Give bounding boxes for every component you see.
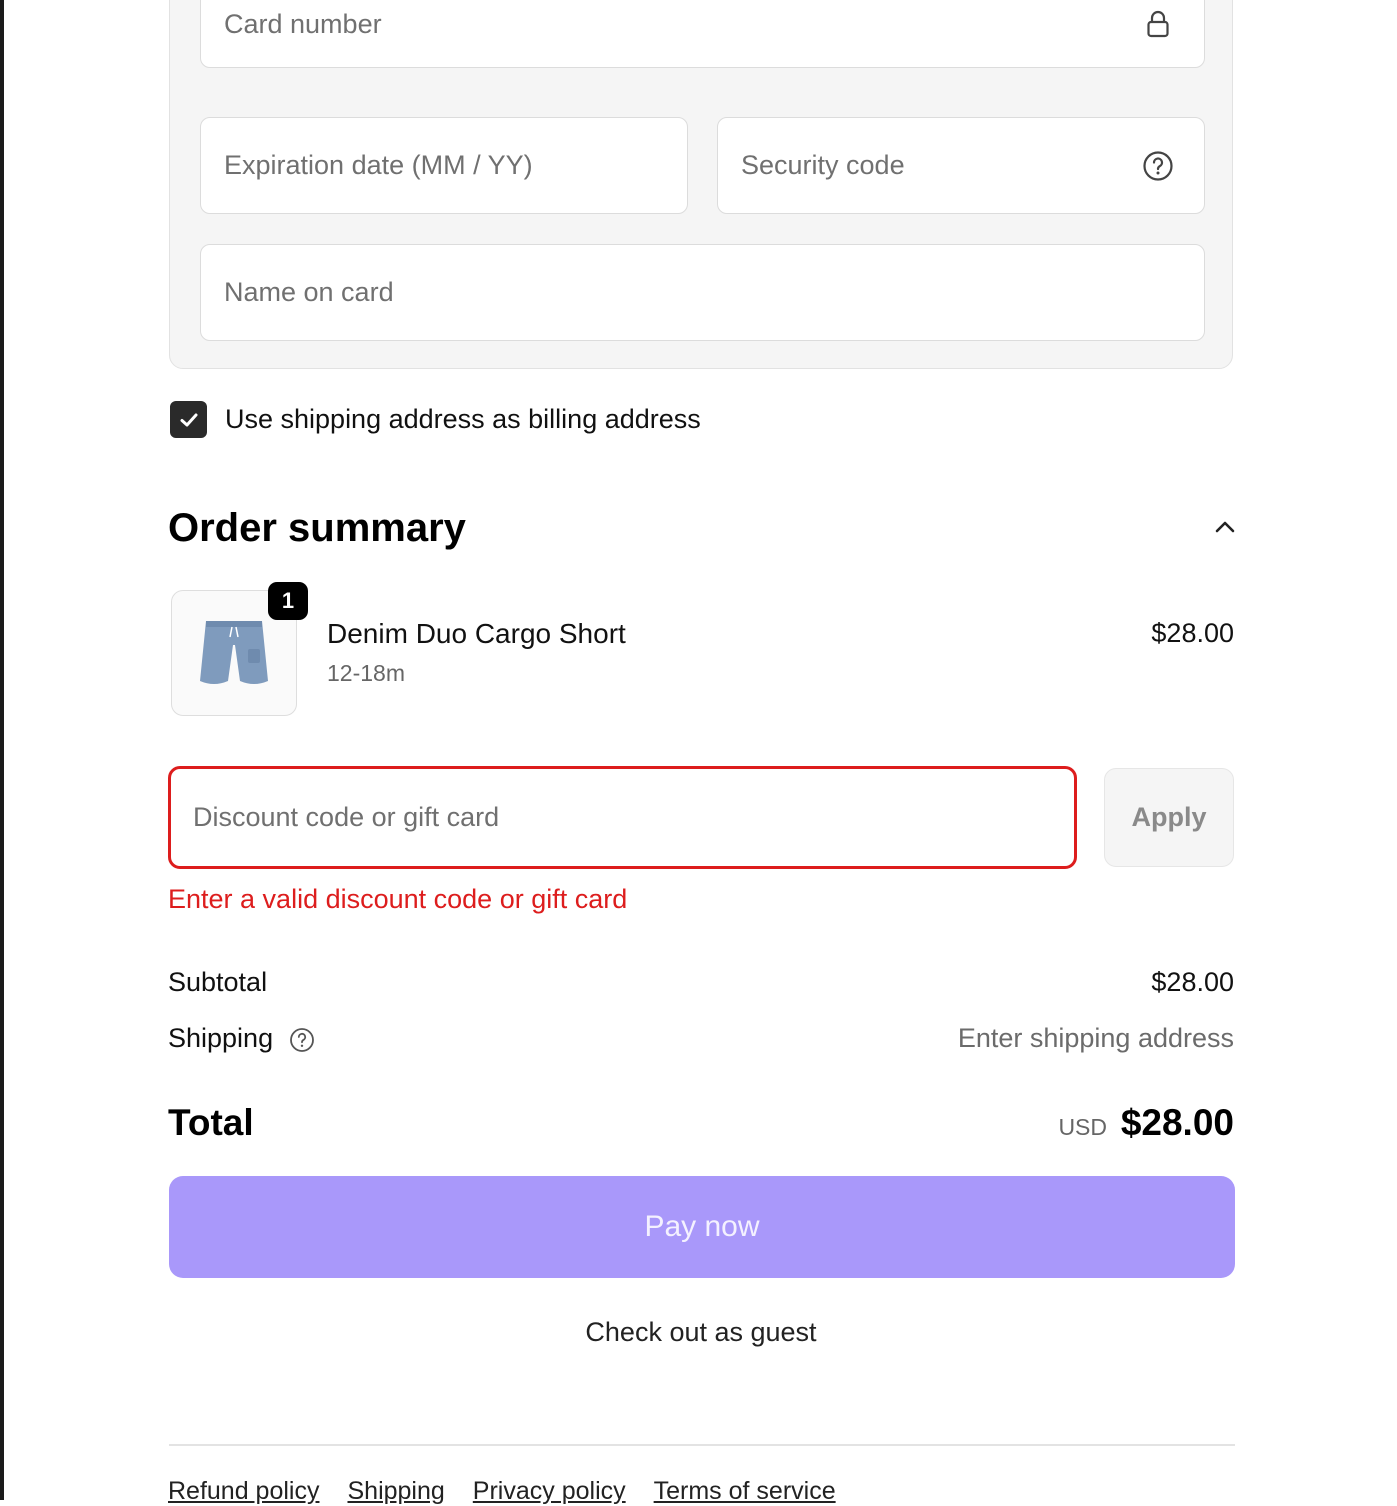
subtotal-label: Subtotal	[168, 967, 268, 997]
help-circle-icon[interactable]	[1142, 150, 1174, 182]
discount-error-message: Enter a valid discount code or gift card	[168, 884, 628, 914]
footer-links: Refund policy Shipping Privacy policy Te…	[168, 1477, 836, 1506]
billing-address-checkbox[interactable]	[170, 401, 207, 438]
footer-link-privacy-policy[interactable]: Privacy policy	[473, 1477, 626, 1506]
product-variant: 12-18m	[327, 660, 405, 686]
checkout-as-guest-link[interactable]: Check out as guest	[0, 1317, 1397, 1348]
card-number-field[interactable]: Card number	[200, 0, 1205, 68]
checkmark-icon	[180, 413, 197, 426]
product-price: $28.00	[1151, 618, 1234, 648]
card-details-panel: Card number Expiration date (MM / YY) Se…	[169, 0, 1233, 369]
name-on-card-field[interactable]: Name on card	[200, 244, 1205, 341]
footer-link-refund-policy[interactable]: Refund policy	[168, 1477, 319, 1506]
expiration-date-field[interactable]: Expiration date (MM / YY)	[200, 117, 688, 214]
name-on-card-placeholder: Name on card	[224, 277, 394, 307]
chevron-up-icon[interactable]	[1212, 516, 1238, 538]
billing-address-label[interactable]: Use shipping address as billing address	[225, 404, 701, 435]
total-label: Total	[168, 1102, 254, 1143]
shorts-image	[200, 621, 268, 684]
product-name: Denim Duo Cargo Short	[327, 618, 626, 649]
window-left-edge	[0, 0, 4, 1500]
quantity-badge: 1	[268, 582, 308, 620]
discount-code-input[interactable]	[168, 766, 1077, 869]
lock-icon	[1147, 10, 1169, 38]
footer-link-shipping[interactable]: Shipping	[347, 1477, 444, 1506]
security-code-placeholder: Security code	[741, 150, 905, 180]
footer-divider	[169, 1444, 1235, 1446]
subtotal-value: $28.00	[1151, 967, 1234, 997]
total-currency: USD	[1058, 1114, 1107, 1140]
pay-now-button[interactable]: Pay now	[169, 1176, 1235, 1278]
order-summary-title: Order summary	[168, 506, 466, 550]
security-code-field[interactable]: Security code	[717, 117, 1205, 214]
expiration-placeholder: Expiration date (MM / YY)	[224, 150, 533, 180]
total-amount: $28.00	[1120, 1102, 1234, 1143]
card-number-placeholder: Card number	[224, 8, 382, 39]
footer-link-terms-of-service[interactable]: Terms of service	[654, 1477, 836, 1506]
shipping-label: Shipping	[168, 1023, 274, 1053]
apply-discount-button[interactable]: Apply	[1104, 768, 1234, 867]
shipping-help-icon[interactable]	[289, 1027, 315, 1053]
shipping-value: Enter shipping address	[957, 1023, 1234, 1053]
